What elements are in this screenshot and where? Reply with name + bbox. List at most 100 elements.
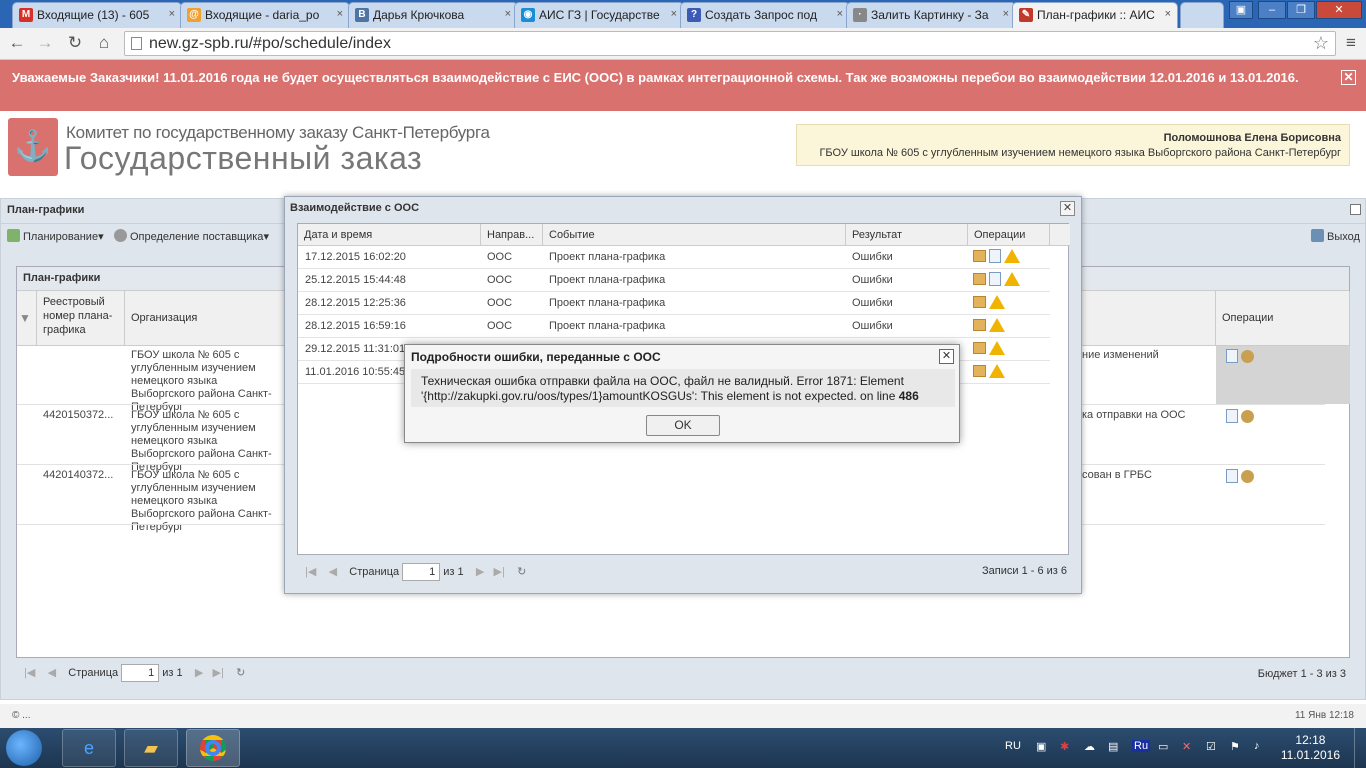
next-page-icon[interactable]: ▶ bbox=[476, 566, 484, 578]
refresh-icon[interactable]: ↻ bbox=[517, 566, 526, 578]
tray-app-icon[interactable]: ▣ bbox=[1036, 740, 1046, 753]
tray-app-icon[interactable]: ▭ bbox=[1158, 740, 1168, 753]
forward-icon[interactable]: → bbox=[34, 32, 56, 54]
browser-tab-3[interactable]: B Дарья Крючкова × bbox=[348, 2, 518, 28]
package-icon[interactable] bbox=[973, 273, 986, 285]
package-icon[interactable] bbox=[973, 319, 986, 331]
column-header-operations[interactable]: Операции bbox=[968, 224, 1050, 246]
flag-icon[interactable]: ⚑ bbox=[1230, 740, 1240, 753]
warning-icon[interactable] bbox=[1004, 272, 1020, 286]
column-header-status[interactable] bbox=[1076, 291, 1216, 346]
chrome-icon[interactable] bbox=[186, 729, 240, 767]
new-tab-button[interactable] bbox=[1180, 2, 1224, 28]
first-page-icon[interactable]: |◀ bbox=[24, 667, 35, 679]
browser-tab-5[interactable]: ? Создать Запрос под × bbox=[680, 2, 850, 28]
browser-tab-6[interactable]: · Залить Картинку - За × bbox=[846, 2, 1016, 28]
warning-icon[interactable] bbox=[1004, 249, 1020, 263]
star-icon[interactable]: ☆ bbox=[1313, 32, 1329, 55]
last-page-icon[interactable]: ▶| bbox=[494, 566, 505, 578]
column-header-datetime[interactable]: Дата и время bbox=[298, 224, 481, 246]
last-page-icon[interactable]: ▶| bbox=[213, 667, 224, 679]
page-number-input[interactable]: 1 bbox=[402, 563, 441, 581]
back-icon[interactable]: ← bbox=[6, 32, 28, 54]
close-icon[interactable]: ✕ bbox=[939, 349, 954, 364]
close-window-icon[interactable]: ✕ bbox=[1316, 1, 1362, 19]
close-icon[interactable]: × bbox=[1003, 8, 1009, 20]
close-icon[interactable]: × bbox=[337, 8, 343, 20]
network-error-icon[interactable]: ✕ bbox=[1182, 740, 1191, 753]
language-indicator[interactable]: RU bbox=[1005, 740, 1021, 752]
table-row[interactable]: 28.12.2015 12:25:36 ООС Проект плана-гра… bbox=[298, 292, 1050, 315]
refresh-icon[interactable]: ↻ bbox=[236, 667, 245, 679]
tray-app-icon[interactable]: ☑ bbox=[1206, 740, 1216, 753]
browser-tab-4[interactable]: ◉ АИС ГЗ | Государстве × bbox=[514, 2, 684, 28]
close-icon[interactable]: × bbox=[671, 8, 677, 20]
internet-explorer-icon[interactable]: e bbox=[62, 729, 116, 767]
column-header-reg-number[interactable]: Реестровый номер плана-графика bbox=[37, 291, 125, 346]
emblem-icon[interactable] bbox=[1241, 469, 1254, 483]
dialog-title: Взаимодействие с ООС bbox=[290, 202, 420, 214]
minimize-icon[interactable]: – bbox=[1258, 1, 1286, 19]
cloud-icon[interactable]: ☁ bbox=[1084, 740, 1095, 753]
volume-icon[interactable]: ♪ bbox=[1254, 740, 1260, 752]
column-header-direction[interactable]: Направ... bbox=[481, 224, 543, 246]
prev-page-icon[interactable]: ◀ bbox=[329, 566, 337, 578]
supplier-menu-button[interactable]: Определение поставщика▾ bbox=[114, 229, 269, 243]
edit-document-icon[interactable] bbox=[1226, 349, 1238, 363]
tray-app-icon[interactable]: ▤ bbox=[1108, 740, 1118, 753]
close-icon[interactable]: ✕ bbox=[1341, 70, 1356, 85]
package-icon[interactable] bbox=[973, 250, 986, 262]
address-bar[interactable]: new.gz-spb.ru/#po/schedule/index ☆ bbox=[124, 31, 1336, 56]
close-icon[interactable]: × bbox=[1165, 8, 1171, 20]
emblem-icon[interactable] bbox=[1241, 409, 1254, 423]
planning-menu-button[interactable]: Планирование▾ bbox=[7, 229, 104, 243]
close-icon[interactable]: × bbox=[837, 8, 843, 20]
column-header-operations[interactable]: Операции bbox=[1216, 291, 1350, 346]
page-number-input[interactable]: 1 bbox=[121, 664, 160, 682]
home-icon[interactable]: ⌂ bbox=[93, 32, 115, 54]
maximize-icon[interactable]: ❐ bbox=[1287, 1, 1315, 19]
ok-button[interactable]: OK bbox=[646, 415, 720, 436]
warning-icon[interactable] bbox=[989, 318, 1005, 332]
show-desktop-button[interactable] bbox=[1354, 728, 1366, 768]
document-icon[interactable] bbox=[989, 272, 1001, 286]
browser-tab-7-active[interactable]: ✎ План-графики :: АИС × bbox=[1012, 2, 1178, 28]
user-icon[interactable]: ▣ bbox=[1229, 1, 1253, 19]
close-icon[interactable]: × bbox=[505, 8, 511, 20]
column-header-event[interactable]: Событие bbox=[543, 224, 846, 246]
prev-page-icon[interactable]: ◀ bbox=[48, 667, 56, 679]
folder-icon[interactable]: ▰ bbox=[124, 729, 178, 767]
menu-icon[interactable]: ≡ bbox=[1340, 32, 1362, 54]
row-datetime: 11.01.2016 10:55:45 bbox=[305, 366, 406, 378]
column-header-result[interactable]: Результат bbox=[846, 224, 968, 246]
close-icon[interactable]: × bbox=[169, 8, 175, 20]
reload-icon[interactable]: ↻ bbox=[64, 32, 86, 54]
filter-column-header[interactable]: ▼ bbox=[17, 291, 37, 346]
ru-layout-icon[interactable]: Ru bbox=[1132, 740, 1151, 752]
close-icon[interactable]: ✕ bbox=[1060, 201, 1075, 216]
package-icon[interactable] bbox=[973, 365, 986, 377]
table-row[interactable]: 28.12.2015 16:59:16 ООС Проект плана-гра… bbox=[298, 315, 1050, 338]
emblem-icon[interactable] bbox=[1241, 349, 1254, 363]
start-button[interactable] bbox=[6, 730, 42, 766]
table-row[interactable]: 25.12.2015 15:44:48 ООС Проект плана-гра… bbox=[298, 269, 1050, 292]
exit-button[interactable]: Выход bbox=[1311, 229, 1360, 243]
package-icon[interactable] bbox=[973, 296, 986, 308]
warning-icon[interactable] bbox=[989, 341, 1005, 355]
browser-tab-1[interactable]: M Входящие (13) - 605 × bbox=[12, 2, 182, 28]
first-page-icon[interactable]: |◀ bbox=[305, 566, 316, 578]
edit-document-icon[interactable] bbox=[1226, 409, 1238, 423]
edit-document-icon[interactable] bbox=[1226, 469, 1238, 483]
collapse-icon[interactable] bbox=[1350, 204, 1361, 215]
column-header-organization[interactable]: Организация bbox=[125, 291, 285, 346]
bluetooth-icon[interactable]: ✱ bbox=[1060, 740, 1069, 753]
next-page-icon[interactable]: ▶ bbox=[195, 667, 203, 679]
tab-title: Входящие (13) - 605 bbox=[37, 8, 150, 22]
table-row[interactable]: 17.12.2015 16:02:20 ООС Проект плана-гра… bbox=[298, 246, 1050, 269]
warning-icon[interactable] bbox=[989, 364, 1005, 378]
package-icon[interactable] bbox=[973, 342, 986, 354]
browser-tab-2[interactable]: @ Входящие - daria_po × bbox=[180, 2, 350, 28]
warning-icon[interactable] bbox=[989, 295, 1005, 309]
document-icon[interactable] bbox=[989, 249, 1001, 263]
system-clock[interactable]: 12:18 11.01.2016 bbox=[1281, 733, 1340, 763]
